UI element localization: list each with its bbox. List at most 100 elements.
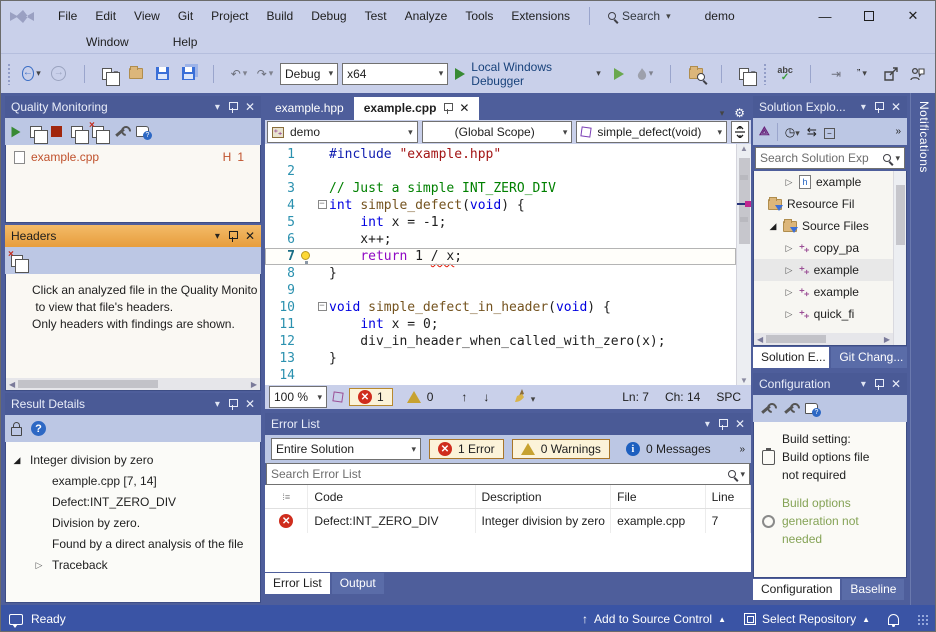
tree-item-example-header[interactable]: ▷ h example [754,171,906,193]
tab-list-chevron-icon[interactable]: ▾ [720,108,725,119]
spell-check-button[interactable]: abc✓ [774,62,796,86]
close-icon[interactable]: ✕ [245,397,255,411]
close-icon[interactable]: ✕ [735,417,745,431]
pending-changes-filter-button[interactable]: ◷▾ [785,125,800,139]
run-all-button[interactable] [30,126,42,138]
edit-build-settings-button[interactable] [759,402,773,416]
errors-filter-button[interactable]: ✕1 Error [429,439,504,459]
pin-icon[interactable] [874,378,883,390]
close-icon[interactable]: ✕ [245,229,255,243]
start-without-debugging-button[interactable] [608,62,630,86]
code-line[interactable]: 5 int x = -1; [265,214,736,231]
traceback-node[interactable]: ▷ Traceback [12,555,254,576]
result-detail-line[interactable]: Division by zero. [12,513,254,534]
pin-icon[interactable] [228,230,237,242]
tree-item-copy-paste[interactable]: ▷ ⁺₊ copy_pa [754,237,906,259]
indent-button[interactable]: ⇥ [825,62,847,86]
window-position-menu-icon[interactable]: ▾ [861,379,866,390]
member-combo[interactable]: simple_defect(void)▾ [576,121,727,143]
tree-item-quick-fix[interactable]: ▷ ⁺₊ quick_fi [754,303,906,325]
code-line[interactable]: 1#include "example.hpp" [265,146,736,163]
line-indicator[interactable]: Ln: 7 [622,390,649,404]
editor-options-gear-icon[interactable]: ⚙ [734,106,745,120]
save-all-button[interactable] [177,62,199,86]
window-position-menu-icon[interactable]: ▾ [215,231,220,242]
code-line[interactable]: 3// Just a simple INT_ZERO_DIV [265,180,736,197]
window-position-menu-icon[interactable]: ▾ [215,399,220,410]
solution-configuration-combo[interactable]: Debug▾ [280,63,338,85]
result-detail-line[interactable]: Found by a direct analysis of the file [12,534,254,555]
pin-icon[interactable] [228,101,237,113]
error-list-search[interactable]: Search Error List ▾ [266,463,750,485]
code-editor[interactable]: 1#include "example.hpp"23// Just a simpl… [265,144,751,385]
result-detail-line[interactable]: Defect:INT_ZERO_DIV [12,492,254,513]
fold-marker[interactable]: − [315,299,329,316]
description-column-header[interactable]: Description [476,485,612,508]
menu-window[interactable]: Window [77,32,138,52]
send-feedback-button[interactable] [907,62,929,86]
settings-button[interactable] [113,125,127,139]
pin-icon[interactable] [228,398,237,410]
collapse-all-button[interactable]: − [824,125,835,139]
window-position-menu-icon[interactable]: ▾ [705,419,710,430]
menu-debug[interactable]: Debug [302,6,355,26]
error-row[interactable]: ✕ Defect:INT_ZERO_DIV Integer division b… [265,509,751,533]
configuration-titlebar[interactable]: Configuration ▾ ✕ [753,373,907,395]
feedback-bubble-icon[interactable] [9,614,23,625]
tree-item-resource-files[interactable]: Resource Fil [754,193,906,215]
code-line[interactable]: 10−void simple_defect_in_header(void) { [265,299,736,316]
collapse-icon[interactable]: ◢ [12,450,22,471]
solution-explorer-titlebar[interactable]: Solution Explo... ▾ ✕ [753,96,907,118]
close-icon[interactable]: ✕ [245,100,255,114]
switch-views-button[interactable]: ⟁ [759,124,770,139]
tree-item-example-selected[interactable]: ▷ ⁺₊ example [754,259,906,281]
code-line[interactable]: 7 return 1 / x; [265,248,736,265]
start-debugging-button[interactable]: Local Windows Debugger ▾ [452,62,603,86]
resize-grip[interactable] [917,614,929,626]
window-position-menu-icon[interactable]: ▾ [861,102,866,113]
minimize-button[interactable]: — [803,2,847,30]
fold-marker[interactable]: − [315,197,329,214]
toolbar-overflow-icon[interactable]: » [739,444,745,455]
editor-vertical-scrollbar[interactable]: ▲ ▼ [736,144,751,385]
help-icon[interactable]: ? [31,421,46,436]
line-column-header[interactable]: Line [706,485,751,508]
code-line[interactable]: 13} [265,350,736,367]
menu-file[interactable]: File [49,6,86,26]
headers-titlebar[interactable]: Headers ▾ ✕ [5,225,261,247]
menu-test[interactable]: Test [356,6,396,26]
help-book-button[interactable] [136,126,149,137]
open-file-button[interactable] [125,62,147,86]
code-line[interactable]: 11 int x = 0; [265,316,736,333]
quality-monitoring-titlebar[interactable]: Quality Monitoring ▾ ✕ [5,96,261,118]
help-book-button[interactable] [805,403,818,414]
close-icon[interactable]: ✕ [891,377,901,391]
lock-icon[interactable] [11,427,22,436]
menu-extensions[interactable]: Extensions [502,6,579,26]
menu-help[interactable]: Help [164,32,207,52]
copy-results-button[interactable] [71,126,83,138]
code-line[interactable]: 4−int simple_defect(void) { [265,197,736,214]
lightbulb-icon[interactable] [301,251,310,260]
result-root-node[interactable]: ◢ Integer division by zero [12,450,254,471]
toolbar-overflow-icon[interactable]: » [895,126,901,137]
horizontal-scrollbar[interactable]: ◀▶ [6,378,260,390]
space-mode-indicator[interactable]: SPC [716,390,741,404]
tab-output[interactable]: Output [332,573,384,594]
code-line[interactable]: 6 x++; [265,231,736,248]
menu-build[interactable]: Build [258,6,303,26]
new-project-button[interactable]: ▾ [99,62,122,86]
menu-view[interactable]: View [125,6,169,26]
menu-tools[interactable]: Tools [456,6,502,26]
close-icon[interactable]: ✕ [459,101,469,115]
code-line[interactable]: 2 [265,163,736,180]
bell-icon[interactable] [888,614,899,625]
save-button[interactable] [151,62,173,86]
expand-icon[interactable]: ▷ [34,555,44,576]
horizontal-scrollbar[interactable]: ◀▶ [754,333,893,345]
analyzed-file-row[interactable]: example.cpp H 1 [6,145,260,169]
search-control[interactable]: Search ▾ [600,7,679,25]
share-button[interactable] [881,62,903,86]
solution-platform-combo[interactable]: x64▾ [342,63,448,85]
tab-notifications[interactable]: Notifications [911,93,936,181]
